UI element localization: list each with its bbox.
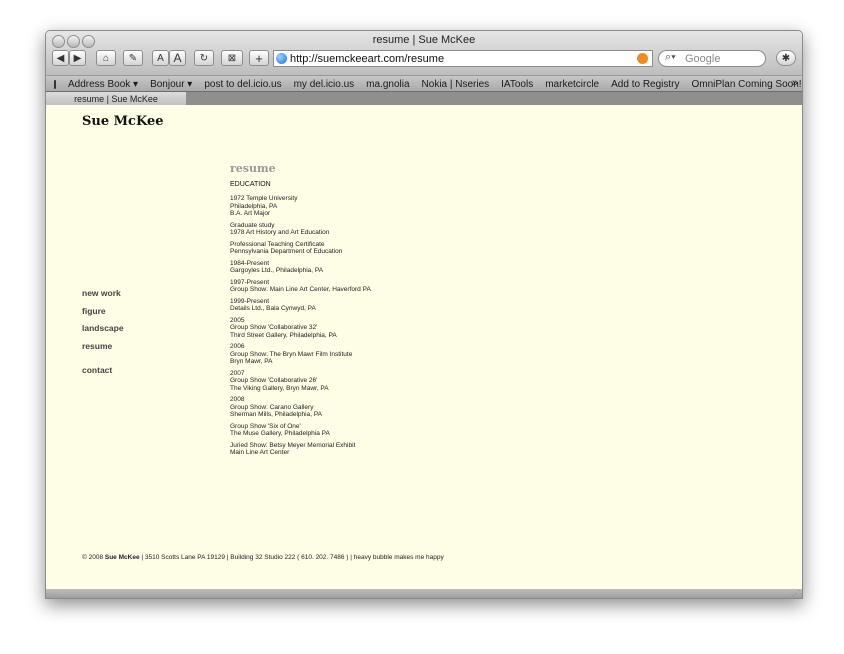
title-bar: resume | Sue McKee ◀ ▶ ⌂ ✎ A A ↻ ⊠ + htt… <box>46 31 802 75</box>
resume-entry: 1972 Temple University Philadelphia, PA B.… <box>230 195 530 218</box>
resume-entry: 1984-Present Gargoyles Ltd., Philadelphia… <box>230 260 530 275</box>
resume-entry-line: 2007 <box>230 369 245 377</box>
footer-details: | 3510 Scotts Lane PA 19129 | Building 3… <box>141 554 444 561</box>
search-icon: ⌕▾ <box>665 51 676 63</box>
resume-entry-line: Pennsylvania Department of Education <box>230 248 343 255</box>
resume-entry-line: 1997-Present <box>230 278 270 286</box>
globe-icon <box>276 53 287 64</box>
window-title: resume | Sue McKee <box>372 34 476 46</box>
pencil-icon: ✎ <box>128 52 138 64</box>
resume-entry-line: Juried Show: Betsy Meyer Memorial Exhibi… <box>230 441 356 449</box>
resume-entry: 1997-Present Group Show: Main Line Art Ce… <box>230 279 530 294</box>
search-placeholder: Google <box>685 52 721 65</box>
resume-entry-line: Graduate study <box>230 221 275 229</box>
resume-entry-line: 1984-Present <box>230 259 270 267</box>
bookmark-item[interactable]: IATools <box>501 79 533 90</box>
resume-entry-line: Professional Teaching Certificate <box>230 240 325 248</box>
resume-entry-line: The Muse Gallery, Philadelphia PA <box>230 430 330 437</box>
resume-entry: Professional Teaching Certificate Pennsyl… <box>230 241 530 256</box>
resume-entry-line: Third Street Gallery, Philadelphia, PA <box>230 331 337 339</box>
footer: © 2008 Sue McKee | 3510 Scotts Lane PA 1… <box>82 554 444 561</box>
education-heading: EDUCATION <box>230 181 271 188</box>
reload-icon: ↻ <box>199 52 209 64</box>
add-bookmark-button[interactable]: + <box>249 50 269 66</box>
tab-bar: resume | Sue McKee <box>46 91 802 106</box>
downloads-button[interactable]: ✱ <box>776 50 796 66</box>
resume-entry-line: Group Show: Main Line Art Center, Haverf… <box>230 286 371 293</box>
text-bigger-button[interactable]: A <box>169 50 186 66</box>
search-field[interactable]: ⌕▾ Google <box>658 50 766 67</box>
downloads-icon: ✱ <box>781 52 791 64</box>
resume-entry-line: The Viking Gallery, Bryn Mawr, PA <box>230 384 329 392</box>
snapback-button[interactable]: ⊠ <box>221 50 243 66</box>
nav-resume[interactable]: resume <box>82 341 112 351</box>
resume-entry-line: Gargoyles Ltd., Philadelphia, PA <box>230 267 324 274</box>
home-icon: ⌂ <box>102 52 110 64</box>
snapback-icon: ⊠ <box>227 52 237 64</box>
browser-window: resume | Sue McKee ◀ ▶ ⌂ ✎ A A ↻ ⊠ + htt… <box>45 30 803 599</box>
book-icon[interactable] <box>54 79 56 89</box>
bookmark-item[interactable]: Add to Registry <box>611 79 679 90</box>
bookmark-item[interactable]: Nokia | Nseries <box>422 79 490 90</box>
footer-name: Sue McKee <box>104 554 140 561</box>
resume-entry-line: Group Show 'Six of One' <box>230 422 301 430</box>
resume-entry: 2007 Group Show 'Collaborative 26' The Vik… <box>230 370 530 393</box>
nav-landscape[interactable]: landscape <box>82 323 124 333</box>
resume-entry-line: Group Show: The Bryn Mawr Film Institute <box>230 350 353 358</box>
nav-figure[interactable]: figure <box>82 306 106 316</box>
resume-entry-line: Sherman Mills, Philadelphia, PA <box>230 411 323 418</box>
resume-entry-line: Details Ltd., Bala Cynwyd, PA <box>230 305 316 312</box>
nav-contact[interactable]: contact <box>82 365 112 375</box>
section-title: resume <box>230 162 276 175</box>
status-bar: ⋰ <box>46 589 802 598</box>
resume-entry-line: 2008 <box>230 396 245 403</box>
resume-entry-line: Group Show: Carano Gallery <box>230 403 314 411</box>
resume-entries: 1972 Temple University Philadelphia, PA B.… <box>230 195 530 461</box>
resume-entry: 2005 Group Show 'Collaborative 32' Third S… <box>230 317 530 340</box>
back-arrow-icon: ◀ <box>56 52 65 64</box>
bookmarks-bar: Address Book ▾ Bonjour ▾ post to del.ici… <box>46 75 802 92</box>
bookmark-item[interactable]: marketcircle <box>545 79 599 90</box>
forward-arrow-icon: ▶ <box>73 52 82 64</box>
forward-button[interactable]: ▶ <box>69 50 86 66</box>
resume-entry-line: Philadelphia, PA <box>230 202 278 210</box>
rss-icon[interactable] <box>637 53 648 64</box>
bookmarks-overflow-icon[interactable]: » <box>792 77 798 89</box>
footer-copyright: © 2008 <box>82 554 104 561</box>
nav-new-work[interactable]: new work <box>82 288 121 298</box>
site-title[interactable]: Sue McKee <box>82 114 164 129</box>
bookmark-item[interactable]: Address Book ▾ <box>68 79 138 90</box>
resume-entry-line: 1972 Temple University <box>230 195 298 202</box>
resume-entry: Graduate study 1978 Art History and Art E… <box>230 222 530 237</box>
resume-entry-line: Bryn Mawr, PA <box>230 358 273 365</box>
resume-entry-line: Group Show 'Collaborative 26' <box>230 377 318 384</box>
resize-grip-icon[interactable]: ⋰ <box>792 589 800 598</box>
web-page: Sue McKee new work figure landscape resu… <box>46 105 802 589</box>
resume-entry: Group Show 'Six of One' The Muse Gallery,… <box>230 423 530 438</box>
resume-entry: 2008 Group Show: Carano Gallery Sherman Mi… <box>230 396 530 419</box>
bookmark-item[interactable]: post to del.icio.us <box>204 79 281 90</box>
bookmark-item[interactable]: ma.gnolia <box>366 79 409 90</box>
resume-entry-line: 1978 Art History and Art Education <box>230 229 330 236</box>
resume-entry: Juried Show: Betsy Meyer Memorial Exhibi… <box>230 442 530 457</box>
bookmark-item[interactable]: OmniPlan Coming Soon! <box>692 79 802 90</box>
text-smaller-button[interactable]: A <box>152 50 169 66</box>
bookmark-item[interactable]: Bonjour ▾ <box>150 79 192 90</box>
resume-entry-line: Group Show 'Collaborative 32' <box>230 324 318 331</box>
resume-entry-line: 1999-Present <box>230 297 270 305</box>
tab-resume[interactable]: resume | Sue McKee <box>46 92 186 106</box>
home-button[interactable]: ⌂ <box>96 50 116 66</box>
reload-button[interactable]: ↻ <box>194 50 214 66</box>
resume-entry: 1999-Present Details Ltd., Bala Cynwyd, P… <box>230 298 530 313</box>
address-bar[interactable]: http://suemckeeart.com/resume <box>273 50 653 67</box>
resume-entry-line: 2006 <box>230 343 245 350</box>
edit-bookmarks-button[interactable]: ✎ <box>123 50 143 66</box>
resume-entry-line: 2005 <box>230 316 245 324</box>
resume-entry: 2006 Group Show: The Bryn Mawr Film Insti… <box>230 343 530 366</box>
resume-entry-line: Main Line Art Center <box>230 449 290 456</box>
address-text: http://suemckeeart.com/resume <box>290 52 445 65</box>
resume-entry-line: B.A. Art Major <box>230 210 271 217</box>
back-button[interactable]: ◀ <box>52 50 69 66</box>
bookmark-item[interactable]: my del.icio.us <box>294 79 355 90</box>
